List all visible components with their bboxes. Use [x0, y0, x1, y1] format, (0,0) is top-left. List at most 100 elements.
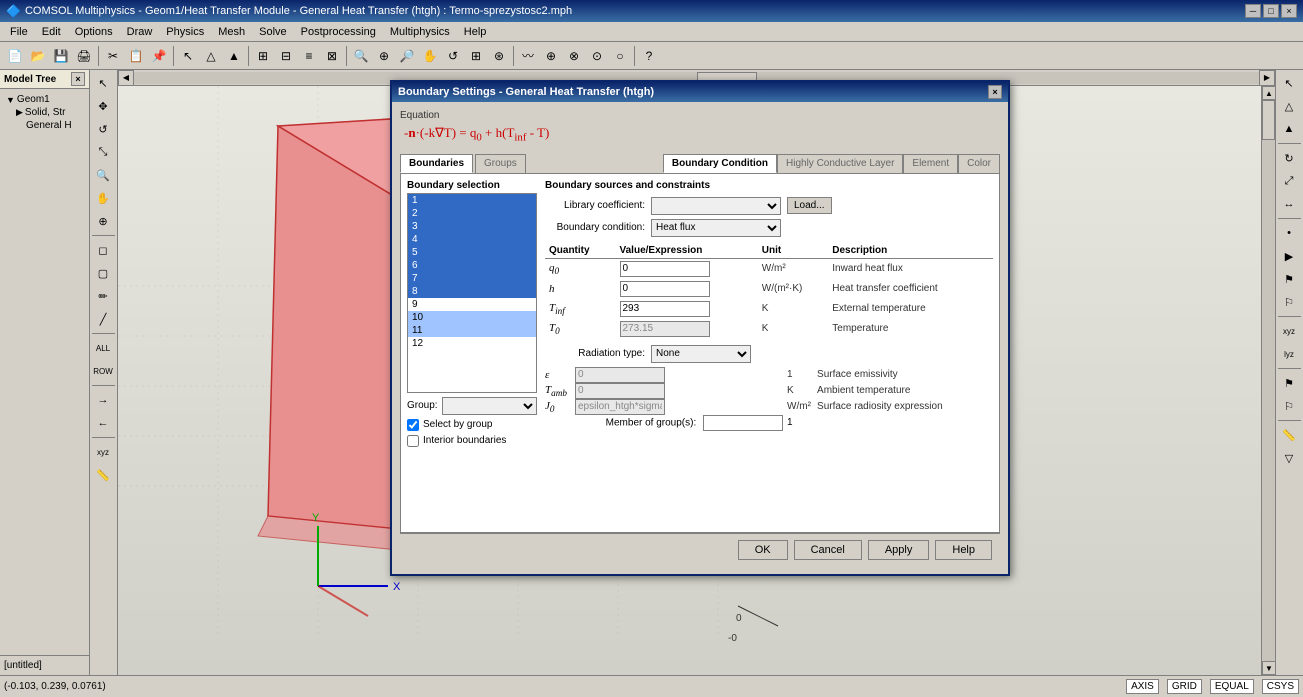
r-xyz-icon-btn[interactable]: xyz	[1278, 320, 1300, 342]
tool2-button[interactable]: ⊟	[275, 45, 297, 67]
scale-icon-btn[interactable]: ⤡	[92, 141, 114, 163]
scroll-left-arrow[interactable]: ◀	[118, 70, 134, 86]
menu-help[interactable]: Help	[458, 25, 493, 39]
tab-color[interactable]: Color	[958, 154, 1000, 173]
zoom-out-button[interactable]: 🔎	[396, 45, 418, 67]
group-dropdown[interactable]	[442, 397, 537, 415]
paste-button[interactable]: 📌	[148, 45, 170, 67]
plot1-button[interactable]: 〰	[517, 45, 539, 67]
boundary-item-7[interactable]: 7	[408, 272, 536, 285]
triangle2-button[interactable]: ▲	[223, 45, 245, 67]
boundary-item-5[interactable]: 5	[408, 246, 536, 259]
close-button[interactable]: ×	[1281, 4, 1297, 18]
boundary-item-8[interactable]: 8	[408, 285, 536, 298]
vertical-scrollbar[interactable]: ▲ ▼	[1261, 86, 1275, 675]
scroll-thumb-v[interactable]	[1262, 100, 1275, 140]
tree-item-geom[interactable]: ▼ Geom1	[4, 93, 85, 106]
pan2-icon-btn[interactable]: ✋	[92, 187, 114, 209]
boundary-item-3[interactable]: 3	[408, 220, 536, 233]
cut-button[interactable]: ✂	[102, 45, 124, 67]
tab-boundary-condition[interactable]: Boundary Condition	[663, 154, 777, 173]
move-icon-btn[interactable]: ✥	[92, 95, 114, 117]
value-j0[interactable]	[575, 399, 665, 415]
tool1-button[interactable]: ⊞	[252, 45, 274, 67]
r-move-icon-btn[interactable]: ↔	[1278, 193, 1300, 215]
scroll-track-v[interactable]	[1262, 100, 1275, 661]
maximize-button[interactable]: □	[1263, 4, 1279, 18]
pointer-button[interactable]: ↖	[177, 45, 199, 67]
boundary-item-1[interactable]: 1	[408, 194, 536, 207]
zoom-in-button[interactable]: 🔍	[350, 45, 372, 67]
tool4-button[interactable]: ⊠	[321, 45, 343, 67]
tree-item-solid[interactable]: ▶ Solid, Str	[4, 106, 85, 119]
value-tinf[interactable]	[620, 301, 710, 317]
r-rotate-icon-btn[interactable]: ↻	[1278, 147, 1300, 169]
boundary-item-11[interactable]: 11	[408, 324, 536, 337]
plot4-button[interactable]: ⊙	[586, 45, 608, 67]
ok-button[interactable]: OK	[738, 540, 788, 560]
ruler-icon-btn[interactable]: 📏	[92, 464, 114, 486]
all-icon-btn[interactable]: ALL	[92, 337, 114, 359]
tab-boundaries[interactable]: Boundaries	[400, 154, 473, 173]
boundary-item-10[interactable]: 10	[408, 311, 536, 324]
boundary-condition-select[interactable]: Heat flux Temperature Insulation Convect…	[651, 219, 781, 237]
boundary-list[interactable]: 1 2 3 4 5 6 7 8 9 10 11 12	[407, 193, 537, 393]
r-triangle2-icon-btn[interactable]: ▲	[1278, 118, 1300, 140]
help2-button[interactable]: ?	[638, 45, 660, 67]
zoom3-icon-btn[interactable]: ⊕	[92, 210, 114, 232]
dialog-close-button[interactable]: ×	[988, 85, 1002, 99]
rotate-button[interactable]: ↺	[442, 45, 464, 67]
r-ruler-icon-btn[interactable]: 📏	[1278, 424, 1300, 446]
menu-solve[interactable]: Solve	[253, 25, 293, 39]
boundary-item-12[interactable]: 12	[408, 337, 536, 350]
row-icon-btn[interactable]: ROW	[92, 360, 114, 382]
menu-file[interactable]: File	[4, 25, 34, 39]
minimize-button[interactable]: ─	[1245, 4, 1261, 18]
copy-button[interactable]: 📋	[125, 45, 147, 67]
r-xyz2-icon-btn[interactable]: lyz	[1278, 343, 1300, 365]
zoom2-button[interactable]: ⊞	[465, 45, 487, 67]
new-button[interactable]: 📄	[4, 45, 26, 67]
r-flag3-icon-btn[interactable]: ⚑	[1278, 372, 1300, 394]
pan-button[interactable]: ✋	[419, 45, 441, 67]
open-button[interactable]: 📂	[27, 45, 49, 67]
scroll-right-arrow[interactable]: ▶	[1259, 70, 1275, 86]
rotate-icon-btn[interactable]: ↺	[92, 118, 114, 140]
interior-boundaries-checkbox[interactable]	[407, 435, 419, 447]
value-q0[interactable]	[620, 261, 710, 277]
print-button[interactable]: 🖨	[73, 45, 95, 67]
zoom-fit-button[interactable]: ⊕	[373, 45, 395, 67]
boundary-item-2[interactable]: 2	[408, 207, 536, 220]
menu-options[interactable]: Options	[69, 25, 119, 39]
radiation-type-select[interactable]: None Surface-to-ambient Surface-to-surfa…	[651, 345, 751, 363]
menu-multiphysics[interactable]: Multiphysics	[384, 25, 456, 39]
r-flag2-icon-btn[interactable]: ⚐	[1278, 291, 1300, 313]
menu-edit[interactable]: Edit	[36, 25, 67, 39]
r-point-icon-btn[interactable]: •	[1278, 222, 1300, 244]
tree-item-general[interactable]: General H	[4, 119, 85, 132]
zoom-icon-btn[interactable]: 🔍	[92, 164, 114, 186]
select-icon-btn[interactable]: ◻	[92, 239, 114, 261]
r-flag4-icon-btn[interactable]: ⚐	[1278, 395, 1300, 417]
save-button[interactable]: 💾	[50, 45, 72, 67]
tab-groups[interactable]: Groups	[475, 154, 526, 173]
select2-icon-btn[interactable]: ▢	[92, 262, 114, 284]
library-coefficient-select[interactable]	[651, 197, 781, 215]
value-epsilon[interactable]	[575, 367, 665, 383]
load-button[interactable]: Load...	[787, 197, 832, 214]
line-icon-btn[interactable]: ╱	[92, 308, 114, 330]
r-flag-icon-btn[interactable]: ⚑	[1278, 268, 1300, 290]
tool3-button[interactable]: ≡	[298, 45, 320, 67]
value-t0[interactable]	[620, 321, 710, 337]
value-tamb[interactable]	[575, 383, 665, 399]
apply-button[interactable]: Apply	[868, 540, 930, 560]
tab-highly-conductive[interactable]: Highly Conductive Layer	[777, 154, 903, 173]
r-scale-icon-btn[interactable]: ⤢	[1278, 170, 1300, 192]
triangle-button[interactable]: △	[200, 45, 222, 67]
plot3-button[interactable]: ⊗	[563, 45, 585, 67]
menu-physics[interactable]: Physics	[160, 25, 210, 39]
cursor-icon-btn[interactable]: ↖	[92, 72, 114, 94]
boundary-item-9[interactable]: 9	[408, 298, 536, 311]
r-triangle-icon-btn[interactable]: △	[1278, 95, 1300, 117]
menu-postprocessing[interactable]: Postprocessing	[295, 25, 382, 39]
